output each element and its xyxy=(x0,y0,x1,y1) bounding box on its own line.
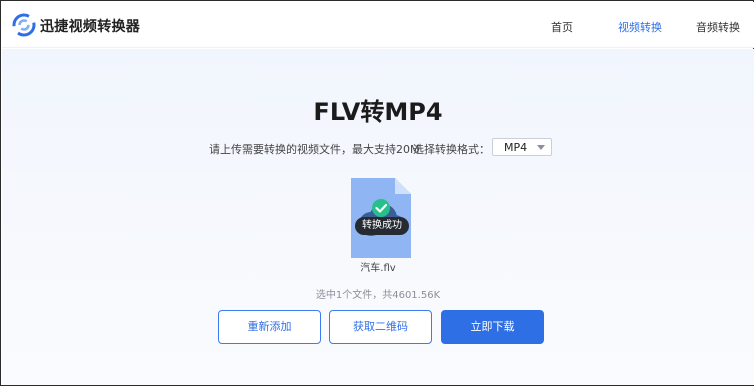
app-window: 迅捷视频转换器 首页 视频转换 音频转换 FLV转MP4 请上传需要转换的视频文… xyxy=(0,0,754,386)
brand-logo-icon[interactable] xyxy=(12,13,36,37)
upload-hint: 请上传需要转换的视频文件，最大支持20M xyxy=(209,143,420,156)
get-qr-code-button[interactable]: 获取二维码 xyxy=(329,310,432,344)
converter-panel: FLV转MP4 请上传需要转换的视频文件，最大支持20M 选择转换格式： MP4… xyxy=(2,49,754,385)
top-navbar: 迅捷视频转换器 首页 视频转换 音频转换 xyxy=(2,2,754,48)
status-badge: 转换成功 xyxy=(355,217,409,235)
nav-video-convert[interactable]: 视频转换 xyxy=(618,19,662,35)
re-add-button[interactable]: 重新添加 xyxy=(218,310,321,344)
download-now-button[interactable]: 立即下载 xyxy=(441,310,544,344)
format-select-value: MP4 xyxy=(504,141,528,154)
nav-home[interactable]: 首页 xyxy=(551,19,573,35)
format-label: 选择转换格式： xyxy=(413,143,490,156)
format-select[interactable]: MP4 xyxy=(492,138,552,156)
chevron-down-icon xyxy=(537,145,545,150)
file-summary: 选中1个文件，共4601.56K xyxy=(315,290,441,301)
nav-audio-convert[interactable]: 音频转换 xyxy=(696,19,740,35)
file-name: 汽车.flv xyxy=(360,263,396,274)
page-title: FLV转MP4 xyxy=(313,98,443,126)
check-circle-icon xyxy=(372,199,390,217)
brand-name[interactable]: 迅捷视频转换器 xyxy=(40,16,140,36)
